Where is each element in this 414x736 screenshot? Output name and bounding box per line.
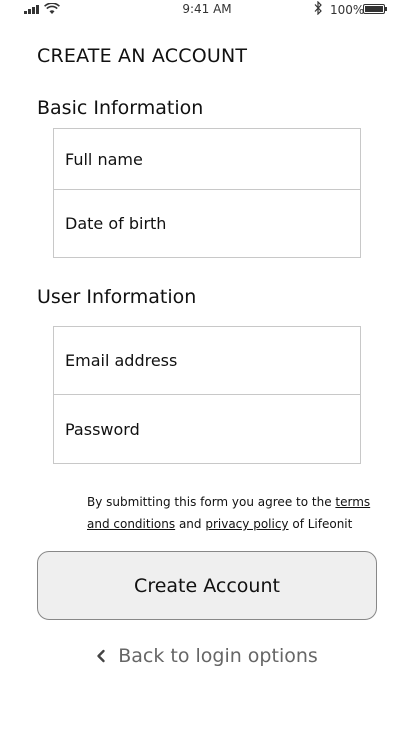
battery-percent: 100% [330,3,365,17]
full-name-label: Full name [65,149,143,169]
create-account-screen: 9:41 AM 100% CREATE AN ACCOUNT Basic Inf… [0,0,414,736]
basic-info-heading: Basic Information [37,97,204,119]
date-of-birth-field[interactable]: Date of birth [54,190,360,257]
back-to-login-label: Back to login options [118,645,318,667]
bluetooth-icon [314,1,322,15]
user-info-heading: User Information [37,286,197,308]
email-field[interactable]: Email address [54,327,360,395]
full-name-field[interactable]: Full name [54,129,360,190]
back-to-login-link[interactable]: Back to login options [0,642,414,670]
terms-notice: By submitting this form you agree to the… [87,491,377,535]
terms-prefix: By submitting this form you agree to the [87,495,336,509]
page-title: CREATE AN ACCOUNT [37,45,248,67]
date-of-birth-label: Date of birth [65,214,167,233]
chevron-left-icon [97,649,105,663]
terms-middle: and [175,517,206,531]
privacy-link[interactable]: privacy policy [205,517,288,531]
password-label: Password [65,419,140,439]
email-label: Email address [65,351,178,370]
create-account-button[interactable]: Create Account [37,551,377,620]
password-field[interactable]: Password [54,395,360,463]
user-info-group: Email address Password [53,326,361,464]
terms-suffix: of Lifeonit [288,517,353,531]
basic-info-group: Full name Date of birth [53,128,361,258]
battery-icon [363,4,387,14]
status-bar: 9:41 AM 100% [0,0,414,20]
battery-level [365,6,383,12]
